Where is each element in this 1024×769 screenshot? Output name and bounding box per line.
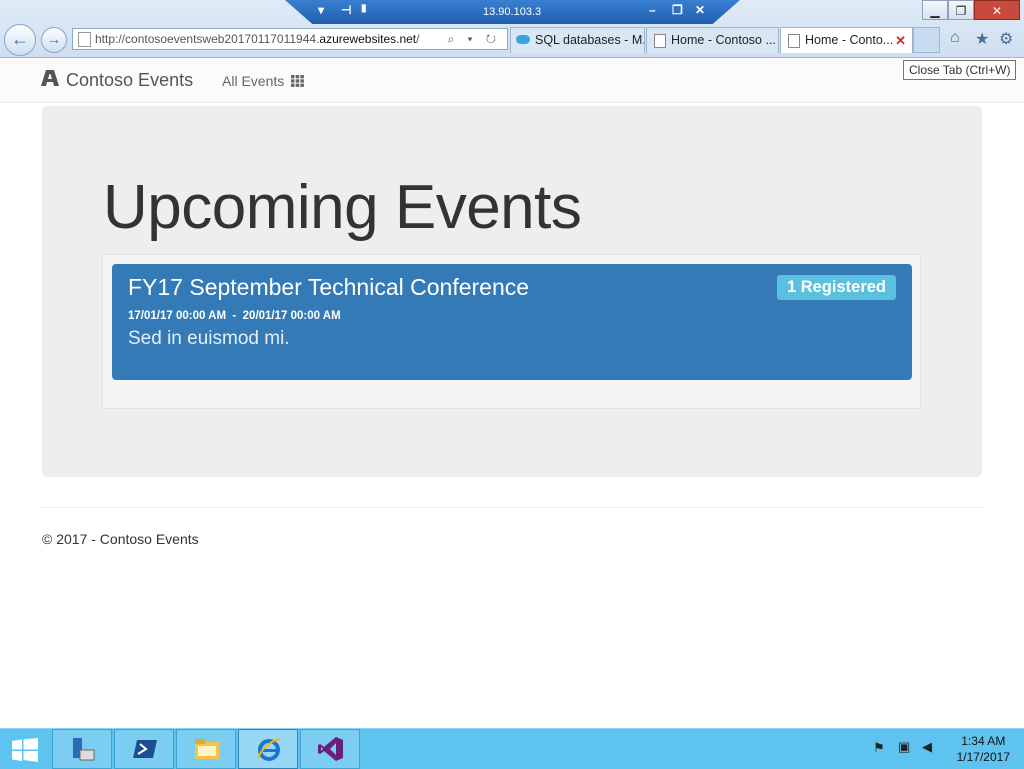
footer-divider — [42, 507, 982, 508]
browser-chrome: ▾ ⊣ ▮ 13.90.103.3 – ❐ ✕ ▁ ❐ ✕ ← → http:/… — [0, 0, 1024, 58]
start-button[interactable] — [0, 729, 50, 769]
address-bar[interactable]: http://contosoeventsweb20170117011944.az… — [72, 28, 508, 50]
windows-logo-icon — [12, 738, 38, 762]
tab-home-contoso-active[interactable]: Home - Conto... ✕ — [780, 27, 913, 53]
gear-icon[interactable]: ⚙ — [999, 29, 1013, 49]
window-minimize-button[interactable]: ▁ — [922, 0, 948, 20]
nav-all-events-label: All Events — [222, 73, 285, 89]
internet-explorer-button[interactable] — [238, 729, 298, 769]
forward-arrow-icon: → — [47, 31, 61, 47]
file-explorer-button[interactable] — [176, 729, 236, 769]
rdp-restore-button[interactable]: ❐ — [672, 3, 683, 17]
tab-sql-databases[interactable]: SQL databases - M... — [510, 27, 645, 53]
clock-time: 1:34 AM — [961, 734, 1006, 748]
forward-button[interactable]: → — [41, 27, 67, 53]
signal-bars-icon: ▮ — [361, 3, 367, 14]
visual-studio-button[interactable] — [300, 729, 360, 769]
tab-label: Home - Conto... — [805, 33, 894, 47]
nav-all-events[interactable]: All Events — [222, 73, 305, 90]
footer-text: © 2017 - Contoso Events — [42, 531, 199, 547]
jumbotron: Upcoming Events FY17 September Technical… — [42, 106, 982, 477]
back-arrow-icon: ← — [11, 29, 29, 49]
rdp-ip-address: 13.90.103.3 — [483, 6, 542, 18]
folder-icon — [195, 739, 219, 759]
page-title: Upcoming Events — [103, 173, 582, 242]
address-tools[interactable]: ⌕ ▾ ↻ — [447, 29, 501, 49]
volume-muted-icon[interactable]: ◀ — [922, 739, 932, 755]
tab-home-contoso[interactable]: Home - Contoso ... — [646, 27, 779, 53]
window-restore-button[interactable]: ❐ — [948, 0, 974, 20]
rdp-minimize-button[interactable]: – — [649, 3, 656, 17]
server-manager-button[interactable] — [52, 729, 112, 769]
powershell-icon — [133, 740, 157, 758]
site-navbar: Contoso Events All Events — [0, 58, 1024, 103]
address-url[interactable]: http://contosoeventsweb20170117011944.az… — [95, 29, 419, 49]
event-title: FY17 September Technical Conference — [128, 274, 530, 300]
rdp-close-button[interactable]: ✕ — [695, 3, 705, 17]
network-icon[interactable]: ▣ — [898, 739, 910, 755]
brand-link[interactable]: Contoso Events — [41, 70, 193, 91]
close-tab-button[interactable]: ✕ — [895, 28, 906, 53]
visual-studio-icon — [318, 737, 343, 761]
system-clock[interactable]: 1:34 AM 1/17/2017 — [957, 733, 1010, 765]
action-center-icon[interactable]: ⚑ — [873, 740, 885, 756]
event-list-item[interactable]: FY17 September Technical Conference 1 Re… — [112, 264, 912, 380]
clock-date: 1/17/2017 — [956, 750, 1010, 764]
tab-label: SQL databases - M... — [535, 33, 645, 47]
home-icon[interactable]: ⌂ — [950, 29, 960, 47]
contoso-logo-icon — [41, 70, 61, 91]
event-list: FY17 September Technical Conference 1 Re… — [102, 254, 921, 409]
cloud-icon — [516, 35, 530, 44]
remote-desktop-bar: ▾ ⊣ ▮ 13.90.103.3 – ❐ ✕ — [285, 0, 740, 24]
new-tab-button[interactable] — [913, 27, 940, 53]
rdp-connection-icon[interactable]: ⊣ — [341, 3, 351, 17]
tab-label: Home - Contoso ... — [671, 33, 776, 47]
brand-text: Contoso Events — [66, 70, 194, 90]
taskbar: ⚑ ▣ ◀ 1:34 AM 1/17/2017 — [0, 728, 1024, 769]
back-button[interactable]: ← — [4, 24, 36, 56]
close-tab-tooltip: Close Tab (Ctrl+W) — [903, 60, 1017, 80]
event-dates: 17/01/17 00:00 AM - 20/01/17 00:00 AM — [128, 310, 341, 322]
page-icon — [788, 34, 800, 48]
internet-explorer-icon — [257, 738, 281, 761]
grid-icon — [291, 74, 305, 90]
window-close-button[interactable]: ✕ — [974, 0, 1020, 20]
rdp-pin-icon[interactable]: ▾ — [318, 3, 324, 17]
page-icon — [654, 34, 666, 48]
server-manager-icon — [73, 738, 95, 761]
star-icon[interactable]: ★ — [975, 29, 989, 49]
powershell-button[interactable] — [114, 729, 174, 769]
event-description: Sed in euismod mi. — [128, 328, 290, 349]
registered-badge: 1 Registered — [776, 275, 896, 300]
page-icon — [78, 32, 91, 47]
